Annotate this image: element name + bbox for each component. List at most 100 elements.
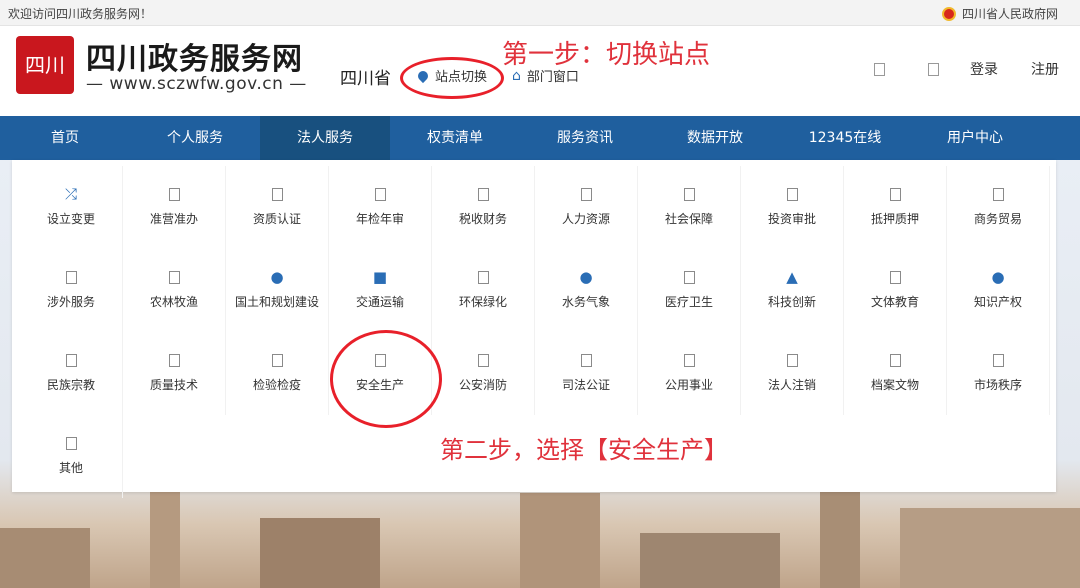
category-item[interactable]: 准营准办 [123, 166, 226, 249]
category-item[interactable]: ● 水务气象 [535, 249, 638, 332]
category-item[interactable]: 公用事业 [638, 332, 741, 415]
category-item[interactable]: ● 知识产权 [947, 249, 1050, 332]
top-bar: 欢迎访问四川政务服务网！ 四川省人民政府网 [0, 0, 1080, 26]
category-label: 环保绿化 [458, 295, 507, 309]
category-label: 公用事业 [664, 378, 713, 392]
category-item[interactable]: 投资审批 [741, 166, 844, 249]
category-item[interactable]: ● 国土和规划建设 [226, 249, 329, 332]
category-item[interactable]: 商务贸易 [947, 166, 1050, 249]
box-icon [679, 350, 699, 370]
category-label: 涉外服务 [46, 295, 95, 309]
category-item[interactable]: 环保绿化 [432, 249, 535, 332]
site-title[interactable]: 四川政务服务网 [86, 34, 303, 78]
box-icon [782, 184, 802, 204]
box-icon [164, 184, 184, 204]
register-link[interactable]: 注册 [1031, 59, 1059, 79]
category-label: 质量技术 [149, 378, 198, 392]
login-link[interactable]: 登录 [970, 59, 998, 79]
category-item[interactable]: ■ 交通运输 [329, 249, 432, 332]
nav-item-2[interactable]: 法人服务 [260, 116, 390, 160]
nav-item-7[interactable]: 用户中心 [910, 116, 1040, 160]
category-item[interactable]: 检验检疫 [226, 332, 329, 415]
category-label: 社会保障 [664, 212, 713, 226]
box-icon [988, 184, 1008, 204]
category-label: 人力资源 [561, 212, 610, 226]
box-icon [988, 350, 1008, 370]
box-icon [473, 350, 493, 370]
category-label: 市场秩序 [973, 378, 1022, 392]
truck-icon: ■ [372, 268, 388, 286]
box-icon [679, 267, 699, 287]
category-label: 设立变更 [46, 212, 95, 226]
main-nav: 首页 个人服务 法人服务 权责清单 服务资讯 数据开放 12345在线 用户中心 [0, 116, 1080, 160]
box-icon [576, 350, 596, 370]
category-label: 司法公证 [561, 378, 610, 392]
step-two-circle [330, 330, 442, 428]
box-icon [473, 184, 493, 204]
step-one-annotation: 第一步：切换站点 [502, 40, 711, 70]
site-url: — www.sczwfw.gov.cn — [86, 74, 307, 94]
category-item[interactable]: 资质认证 [226, 166, 329, 249]
box-icon [885, 267, 905, 287]
box-icon [782, 350, 802, 370]
category-label: 年检年审 [355, 212, 404, 226]
box-icon [164, 267, 184, 287]
step-one-circle [400, 57, 504, 99]
category-item[interactable]: 质量技术 [123, 332, 226, 415]
category-item[interactable]: 档案文物 [844, 332, 947, 415]
box-icon [267, 350, 287, 370]
category-label: 准营准办 [149, 212, 198, 226]
category-item[interactable]: ⤮ 设立变更 [20, 166, 123, 249]
nav-item-3[interactable]: 权责清单 [390, 116, 520, 160]
category-label: 医疗卫生 [664, 295, 713, 309]
category-label: 税收财务 [458, 212, 507, 226]
box-icon [885, 350, 905, 370]
header-icon-2[interactable] [928, 63, 939, 76]
nav-item-1[interactable]: 个人服务 [130, 116, 260, 160]
nav-item-5[interactable]: 数据开放 [650, 116, 780, 160]
flask-icon: ▲ [786, 268, 798, 286]
category-item[interactable]: 涉外服务 [20, 249, 123, 332]
category-item[interactable]: 医疗卫生 [638, 249, 741, 332]
header-icon-1[interactable] [874, 63, 885, 76]
category-label: 法人注销 [767, 378, 816, 392]
category-label: 抵押质押 [870, 212, 919, 226]
category-label: 农林牧渔 [149, 295, 198, 309]
box-icon [679, 184, 699, 204]
category-item[interactable]: 税收财务 [432, 166, 535, 249]
nav-item-0[interactable]: 首页 [0, 116, 130, 160]
box-icon [164, 350, 184, 370]
box-icon [61, 433, 81, 453]
box-icon [473, 267, 493, 287]
step-two-annotation: 第二步，选择【安全生产】 [440, 436, 728, 464]
category-item[interactable]: 其他 [20, 415, 123, 498]
current-province: 四川省 [340, 69, 391, 89]
category-item[interactable]: 司法公证 [535, 332, 638, 415]
category-item[interactable]: 法人注销 [741, 332, 844, 415]
category-label: 其他 [58, 461, 83, 475]
category-label: 公安消防 [458, 378, 507, 392]
gov-site-label: 四川省人民政府网 [961, 7, 1058, 21]
lightbulb-icon: ● [991, 268, 1005, 286]
category-item[interactable]: 公安消防 [432, 332, 535, 415]
droplet-icon: ● [579, 268, 593, 286]
nav-item-4[interactable]: 服务资讯 [520, 116, 650, 160]
category-item[interactable]: 人力资源 [535, 166, 638, 249]
box-icon [61, 350, 81, 370]
category-label: 商务贸易 [973, 212, 1022, 226]
category-label: 资质认证 [252, 212, 301, 226]
category-item[interactable]: ▲ 科技创新 [741, 249, 844, 332]
category-item[interactable]: 年检年审 [329, 166, 432, 249]
nav-item-6[interactable]: 12345在线 [780, 116, 910, 160]
category-label: 国土和规划建设 [234, 295, 319, 309]
category-label: 投资审批 [767, 212, 816, 226]
category-item[interactable]: 社会保障 [638, 166, 741, 249]
category-item[interactable]: 民族宗教 [20, 332, 123, 415]
category-item[interactable]: 农林牧渔 [123, 249, 226, 332]
category-item[interactable]: 文体教育 [844, 249, 947, 332]
category-item[interactable]: 抵押质押 [844, 166, 947, 249]
site-logo-seal[interactable]: 四川 [16, 36, 74, 94]
category-label: 检验检疫 [252, 378, 301, 392]
category-item[interactable]: 市场秩序 [947, 332, 1050, 415]
gov-site-link[interactable]: 四川省人民政府网 [941, 5, 1058, 22]
